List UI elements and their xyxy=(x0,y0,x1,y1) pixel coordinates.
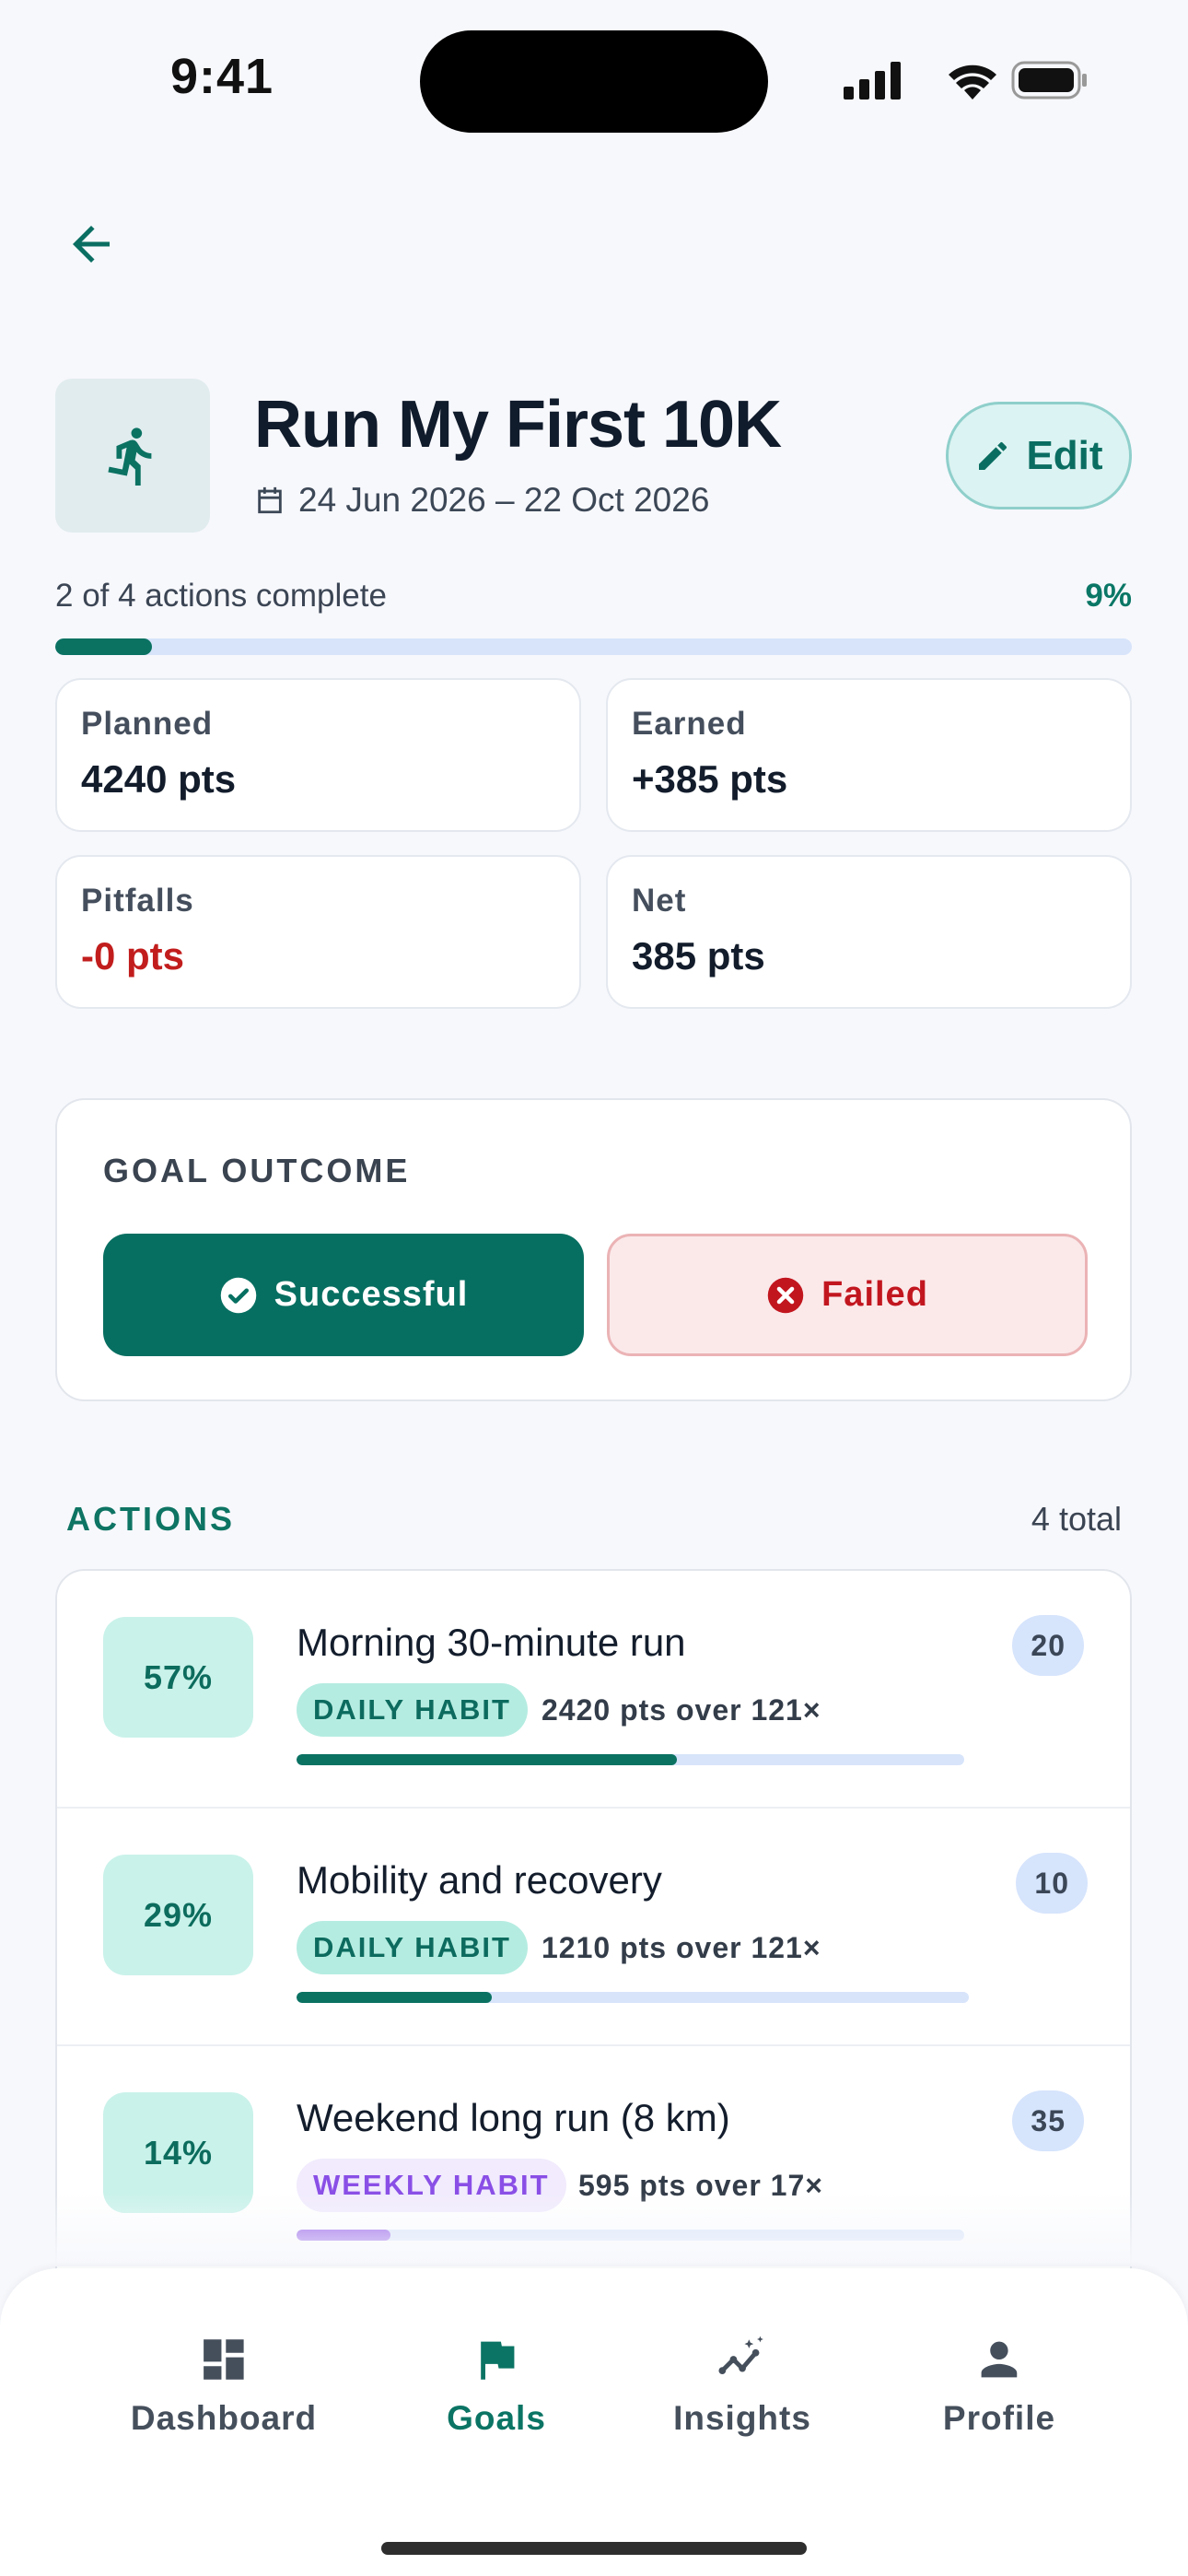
stat-label: Earned xyxy=(632,706,747,742)
action-name: Morning 30-minute run xyxy=(297,1621,686,1664)
running-person-icon xyxy=(108,427,152,486)
action-progress-bar xyxy=(297,1754,964,1765)
edit-button[interactable]: Edit xyxy=(946,402,1132,509)
action-row[interactable]: 29% Mobility and recovery DAILY HABIT 12… xyxy=(57,1809,1130,2046)
action-percent: 29% xyxy=(103,1855,253,1975)
stat-label: Net xyxy=(632,883,687,919)
action-name: Weekend long run (8 km) xyxy=(297,2096,730,2139)
edit-label: Edit xyxy=(1026,432,1103,478)
successful-label: Successful xyxy=(274,1275,469,1314)
action-row[interactable]: 57% Morning 30-minute run DAILY HABIT 24… xyxy=(57,1571,1130,1809)
goal-outcome-card: GOAL OUTCOME Successful Failed xyxy=(55,1098,1132,1401)
arrow-left-icon xyxy=(73,226,110,263)
progress-percent: 9% xyxy=(1085,578,1132,614)
actions-heading: ACTIONS xyxy=(66,1500,235,1538)
home-indicator xyxy=(381,2542,807,2555)
check-circle-icon xyxy=(220,1277,256,1313)
stat-value: 4240 pts xyxy=(81,757,237,801)
nav-label: Profile xyxy=(942,2399,1056,2437)
goal-icon-box xyxy=(55,379,210,533)
stat-card-planned: Planned 4240 pts xyxy=(55,678,581,832)
nav-item-profile[interactable]: Profile xyxy=(943,2333,1055,2438)
scroll-fade xyxy=(0,2193,1188,2266)
nav-item-insights[interactable]: Insights xyxy=(673,2333,811,2438)
goal-progress-bar xyxy=(55,638,1132,655)
action-progress-fill xyxy=(297,1754,678,1765)
action-count-badge: 20 xyxy=(1012,1615,1084,1676)
stat-value: +385 pts xyxy=(632,757,788,801)
stat-card-earned: Earned +385 pts xyxy=(606,678,1132,832)
progress-label: 2 of 4 actions complete xyxy=(55,578,387,614)
nav-item-dashboard[interactable]: Dashboard xyxy=(131,2333,317,2438)
battery-icon xyxy=(1011,61,1087,100)
action-progress-bar xyxy=(297,1992,969,2003)
flag-icon xyxy=(481,2341,515,2380)
person-icon xyxy=(981,2341,1018,2378)
nav-label: Insights xyxy=(673,2399,811,2437)
goal-title: Run My First 10K xyxy=(254,388,782,462)
status-time: 9:41 xyxy=(170,49,274,104)
action-progress-fill xyxy=(297,1992,492,2003)
action-percent: 57% xyxy=(103,1617,253,1738)
failed-label: Failed xyxy=(821,1275,928,1314)
dynamic-island xyxy=(420,30,768,133)
back-button[interactable] xyxy=(57,210,125,278)
action-points: 1210 pts over 121× xyxy=(542,1930,821,1964)
nav-label: Dashboard xyxy=(130,2399,318,2437)
successful-button[interactable]: Successful xyxy=(103,1234,584,1356)
stat-label: Planned xyxy=(81,706,214,742)
wifi-icon xyxy=(949,64,996,100)
actions-total: 4 total xyxy=(1031,1500,1122,1538)
stat-label: Pitfalls xyxy=(81,883,194,919)
goal-progress-fill xyxy=(55,638,153,655)
stat-value: 385 pts xyxy=(632,934,765,978)
calendar-icon xyxy=(258,486,282,514)
action-name: Mobility and recovery xyxy=(297,1858,662,1902)
action-tag: DAILY HABIT xyxy=(297,1683,528,1737)
outcome-title: GOAL OUTCOME xyxy=(103,1152,411,1189)
nav-label: Goals xyxy=(447,2399,546,2437)
goal-dates-text: 24 Jun 2026 – 22 Oct 2026 xyxy=(298,481,710,519)
failed-button[interactable]: Failed xyxy=(607,1234,1088,1356)
action-points: 2420 pts over 121× xyxy=(542,1692,821,1727)
action-count-badge: 35 xyxy=(1012,2090,1084,2151)
nav-item-goals[interactable]: Goals xyxy=(447,2333,546,2438)
status-icons xyxy=(840,57,1089,103)
dashboard-icon xyxy=(204,2339,244,2380)
pencil-icon xyxy=(979,441,1007,470)
bottom-nav: Dashboard Goals Insights Profile xyxy=(0,2268,1188,2576)
x-circle-icon xyxy=(767,1277,804,1313)
stat-card-pitfalls: Pitfalls -0 pts xyxy=(55,855,581,1009)
stat-card-net: Net 385 pts xyxy=(606,855,1132,1009)
action-count-badge: 10 xyxy=(1016,1853,1088,1914)
cellular-signal-icon xyxy=(844,62,901,100)
stat-value: -0 pts xyxy=(81,934,185,978)
action-tag: DAILY HABIT xyxy=(297,1921,528,1974)
insights-icon xyxy=(718,2336,763,2374)
goal-date-range: 24 Jun 2026 – 22 Oct 2026 xyxy=(254,481,709,520)
